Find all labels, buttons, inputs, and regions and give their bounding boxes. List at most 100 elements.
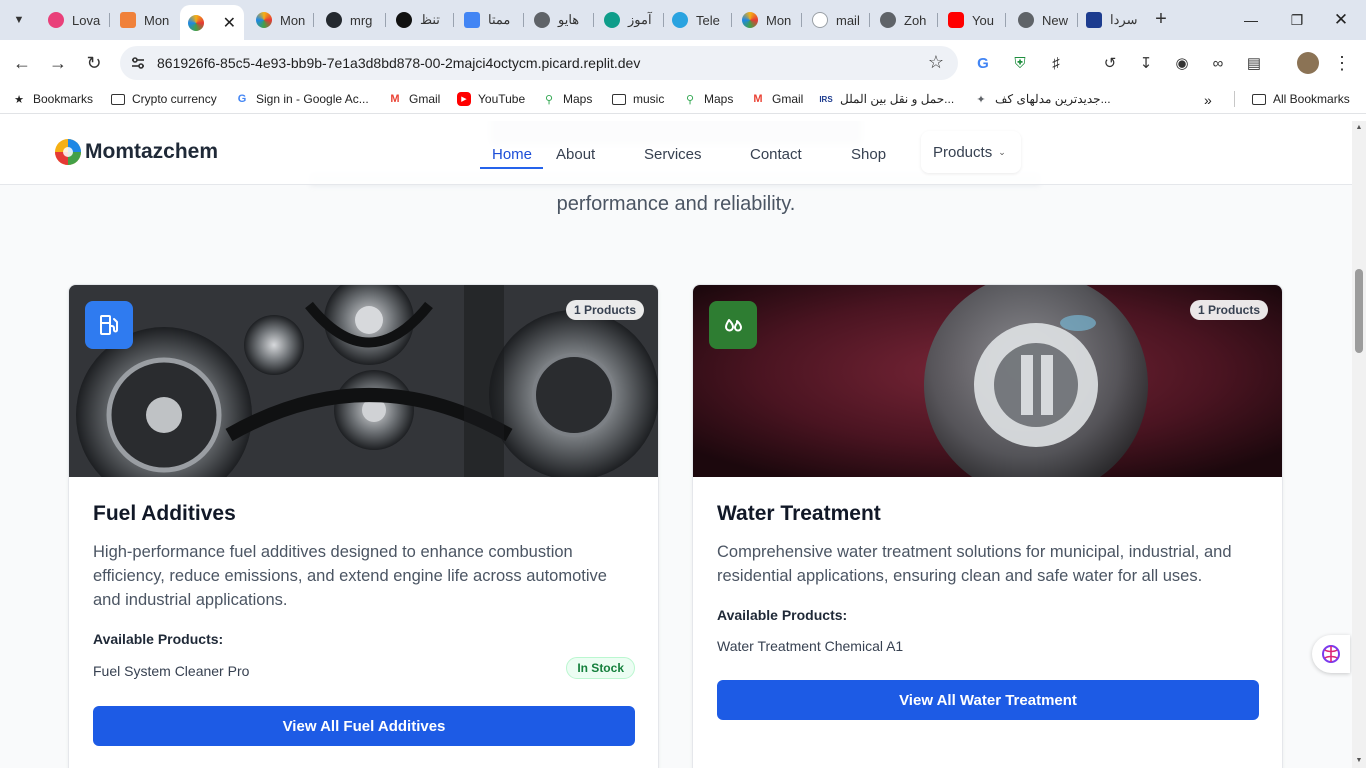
nav-shop[interactable]: Shop bbox=[851, 146, 886, 163]
browser-tab[interactable]: mrg bbox=[318, 6, 386, 34]
link-icon[interactable]: ∞ bbox=[1208, 53, 1228, 73]
bookmark-folder[interactable]: Crypto currency bbox=[111, 92, 217, 106]
browser-tab-active[interactable]: ✕ bbox=[180, 5, 244, 40]
site-info-icon[interactable] bbox=[130, 55, 146, 71]
browser-tab[interactable]: هایو bbox=[526, 6, 594, 34]
product-list-item[interactable]: Water Treatment Chemical A1 bbox=[717, 638, 1259, 654]
globe-icon bbox=[880, 12, 896, 28]
browser-tab[interactable]: New bbox=[1010, 6, 1078, 34]
bookmark-item[interactable]: ▶ YouTube bbox=[457, 92, 525, 106]
bookmark-item[interactable]: M Gmail bbox=[388, 92, 440, 106]
forward-icon[interactable]: → bbox=[46, 51, 70, 75]
site-icon: IRS bbox=[819, 94, 833, 104]
close-tab-icon[interactable]: ✕ bbox=[223, 13, 236, 33]
nav-home[interactable]: Home bbox=[492, 146, 532, 163]
card-description: Comprehensive water treatment solutions … bbox=[717, 543, 1232, 585]
minimize-icon[interactable]: — bbox=[1228, 0, 1274, 40]
back-icon[interactable]: ← bbox=[10, 51, 34, 75]
site-logo[interactable]: Momtazchem bbox=[53, 137, 218, 167]
youtube-icon: ▶ bbox=[457, 92, 471, 106]
momtazchem-icon bbox=[256, 12, 272, 28]
reload-icon[interactable]: ↻ bbox=[82, 51, 106, 75]
bookmark-item[interactable]: ✦ جدیدترین مدلهای کف... bbox=[974, 92, 1110, 106]
more-bookmarks-icon[interactable]: » bbox=[1204, 92, 1212, 108]
available-products-label: Available Products: bbox=[717, 607, 848, 623]
browser-tab[interactable]: Mon bbox=[734, 6, 802, 34]
chatgpt-icon bbox=[396, 12, 412, 28]
page-scrollbar[interactable]: ▲ ▼ bbox=[1352, 121, 1366, 768]
maps-icon: ⚲ bbox=[544, 93, 554, 106]
menu-kebab-icon[interactable]: ⋮ bbox=[1332, 53, 1352, 73]
nav-products-label: Products bbox=[933, 143, 993, 161]
browser-tab[interactable]: You bbox=[940, 6, 1006, 34]
all-bookmarks-folder[interactable]: All Bookmarks bbox=[1252, 92, 1350, 106]
telegram-icon bbox=[672, 12, 688, 28]
site-icon bbox=[1086, 12, 1102, 28]
product-name: Water Treatment Chemical A1 bbox=[717, 638, 904, 654]
scroll-up-arrow-icon[interactable]: ▲ bbox=[1355, 124, 1363, 131]
folder-icon bbox=[1252, 93, 1266, 105]
bookmark-item[interactable]: G Sign in - Google Ac... bbox=[235, 92, 369, 106]
browser-tab[interactable]: Mon bbox=[112, 6, 178, 34]
card-title: Water Treatment bbox=[717, 502, 881, 525]
nav-contact[interactable]: Contact bbox=[750, 146, 802, 163]
logo-icon bbox=[55, 139, 81, 165]
folder-icon bbox=[111, 93, 125, 105]
fuel-pump-icon bbox=[85, 301, 133, 349]
nav-about[interactable]: About bbox=[556, 146, 595, 163]
new-tab-button[interactable]: + bbox=[1150, 8, 1172, 30]
nav-services[interactable]: Services bbox=[644, 146, 702, 163]
category-card-fuel-additives: 1 Products Fuel Additives High-performan… bbox=[68, 284, 659, 768]
mail-icon bbox=[812, 12, 828, 28]
browser-tab[interactable]: سردا bbox=[1078, 6, 1146, 34]
profile-avatar[interactable] bbox=[1297, 52, 1319, 74]
browser-tab[interactable]: Tele bbox=[664, 6, 732, 34]
browser-tab[interactable]: Lova bbox=[40, 6, 110, 34]
nav-products-dropdown[interactable]: Products ⌄ bbox=[921, 131, 1021, 173]
view-all-water-treatment-button[interactable]: View All Water Treatment bbox=[717, 680, 1259, 720]
youtube-icon bbox=[948, 12, 964, 28]
browser-tab[interactable]: تنظ bbox=[388, 6, 454, 34]
water-treatment-image: 1 Products bbox=[693, 285, 1282, 477]
bookmark-item[interactable]: IRS حمل و نقل بین الملل... bbox=[819, 92, 954, 106]
bookmark-folder[interactable]: music bbox=[612, 92, 664, 106]
browser-tab[interactable]: Mon bbox=[248, 6, 314, 34]
screenshot-icon[interactable]: ◉ bbox=[1172, 53, 1192, 73]
brand-name: Momtazchem bbox=[85, 140, 219, 163]
scroll-down-arrow-icon[interactable]: ▼ bbox=[1355, 757, 1363, 764]
translate-icon[interactable]: G bbox=[973, 53, 993, 73]
browser-tab[interactable]: mail bbox=[804, 6, 870, 34]
browser-tab[interactable]: ممتا bbox=[456, 6, 524, 34]
github-icon bbox=[326, 12, 342, 28]
engine-image: 1 Products bbox=[69, 285, 658, 477]
browser-tab[interactable]: آموز bbox=[596, 6, 664, 34]
url-text[interactable]: 861926f6-85c5-4e93-bb9b-7e1a3d8bd878-00-… bbox=[157, 55, 640, 71]
google-icon: G bbox=[237, 93, 247, 105]
history-icon[interactable]: ↺ bbox=[1100, 53, 1120, 73]
scroll-thumb[interactable] bbox=[1355, 269, 1363, 353]
bookmark-item[interactable]: ⚲ Maps bbox=[542, 92, 592, 106]
close-window-icon[interactable]: ✕ bbox=[1318, 0, 1364, 40]
bookmark-item[interactable]: ★ Bookmarks bbox=[12, 92, 93, 106]
restore-icon[interactable]: ❐ bbox=[1274, 0, 1320, 40]
view-all-fuel-additives-button[interactable]: View All Fuel Additives bbox=[93, 706, 635, 746]
momtazchem-icon bbox=[742, 12, 758, 28]
devices-icon[interactable]: ▤ bbox=[1244, 53, 1264, 73]
download-icon[interactable]: ↧ bbox=[1136, 53, 1156, 73]
bookmark-item[interactable]: ⚲ Maps bbox=[683, 92, 733, 106]
ai-assistant-icon[interactable] bbox=[1312, 635, 1350, 673]
address-bar[interactable]: 861926f6-85c5-4e93-bb9b-7e1a3d8bd878-00-… bbox=[120, 46, 958, 80]
section-subtitle: performance and reliability. bbox=[556, 193, 796, 215]
gmail-icon: M bbox=[753, 93, 763, 105]
tab-search-button[interactable]: ▼ bbox=[6, 7, 32, 33]
bookmark-star-icon[interactable]: ☆ bbox=[928, 52, 944, 73]
extensions-icon[interactable]: ♯ bbox=[1046, 53, 1066, 73]
star-icon: ★ bbox=[14, 93, 24, 106]
momtazchem-icon bbox=[188, 14, 204, 31]
browser-tab[interactable]: Zoh bbox=[872, 6, 938, 34]
product-count-badge: 1 Products bbox=[1189, 300, 1268, 320]
shield-icon[interactable]: ⛨ bbox=[1010, 53, 1030, 73]
stock-badge: In Stock bbox=[566, 657, 635, 679]
bookmark-item[interactable]: M Gmail bbox=[751, 92, 803, 106]
product-list-item[interactable]: Fuel System Cleaner Pro In Stock bbox=[93, 657, 635, 679]
